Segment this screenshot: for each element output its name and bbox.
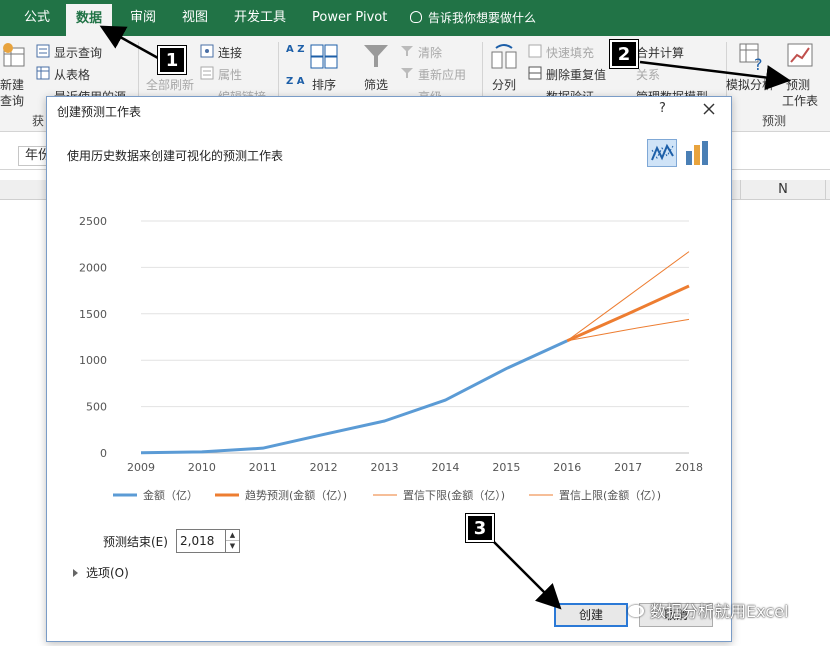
x-tick-label: 2018 [675,461,703,474]
x-tick-label: 2015 [492,461,520,474]
new-query-label-1[interactable]: 新建 [0,76,24,93]
wechat-icon [628,605,644,617]
new-query-icon [3,43,25,67]
get-group-label: 获 [32,114,45,128]
remove-duplicates-button[interactable]: 删除重复值 [546,66,606,83]
tab-view[interactable]: 视图 [172,0,218,36]
forecast-chart: 0 500 1000 1500 2000 2500 2009 2010 2011 2012 2013… [79,215,703,502]
from-table-button[interactable]: 从表格 [54,66,90,83]
flash-fill-icon [528,44,542,58]
x-tick-label: 2009 [127,461,155,474]
step-badge-3: 3 [466,514,494,542]
sort-za-button[interactable]: Z A [286,76,304,87]
consolidate-button[interactable]: 合并计算 [636,44,684,61]
watermark-text: 数据分析就用Excel [650,602,789,621]
x-tick-label: 2014 [431,461,459,474]
expand-triangle-icon [73,569,78,577]
x-tick-label: 2010 [188,461,216,474]
x-tick-label: 2011 [249,461,277,474]
legend-label: 金额（亿） [143,488,198,502]
sort-az-button[interactable]: A Z [286,44,304,55]
y-tick-label: 1000 [79,354,107,367]
forecast-end-spinner[interactable]: ▲ ▼ [226,529,240,553]
help-button[interactable]: ? [659,101,666,116]
forecast-sheet-icon [787,43,813,67]
x-tick-label: 2012 [310,461,338,474]
svg-text:?: ? [754,55,763,72]
refresh-all-button[interactable]: 全部刷新 [146,76,194,93]
text-to-columns-button[interactable]: 分列 [492,76,516,93]
tab-power-pivot[interactable]: Power Pivot [302,0,397,36]
what-if-icon: ? [739,43,763,72]
table-icon [36,66,50,80]
step-badge-1: 1 [158,46,186,74]
legend-label: 趋势预测(金额（亿）) [245,488,347,502]
dialog-title: 创建预测工作表 [57,105,142,119]
close-icon[interactable] [699,99,719,119]
spin-up-icon[interactable]: ▲ [226,530,239,541]
tell-me-box[interactable]: 告诉我你想要做什么 [410,0,536,36]
sort-button[interactable]: 排序 [312,76,336,93]
filter-icon [364,45,388,67]
options-expander[interactable]: 选项(O) [73,564,129,581]
legend-label: 置信上限(金额（亿）) [559,488,661,502]
clear-button[interactable]: 清除 [418,44,442,61]
create-button[interactable]: 创建 [554,603,628,627]
remove-duplicates-icon [528,66,542,80]
connections-icon [200,44,214,58]
x-tick-label: 2013 [371,461,399,474]
tab-review[interactable]: 审阅 [120,0,166,36]
properties-button[interactable]: 属性 [218,66,242,83]
step-badge-2: 2 [610,40,638,68]
ribbon-tab-bar: 公式 数据 审阅 视图 开发工具 Power Pivot 告诉我你想要做什么 [0,0,830,36]
properties-icon [200,66,214,80]
series-line [567,318,690,342]
watermark: 数据分析就用Excel [628,598,788,622]
x-tick-label: 2016 [553,461,581,474]
clear-filter-icon [401,46,413,56]
spin-down-icon[interactable]: ▼ [226,541,239,552]
column-chart-toggle-icon[interactable] [683,139,711,167]
reapply-button[interactable]: 重新应用 [418,66,466,83]
relationships-button[interactable]: 关系 [636,66,660,83]
tell-me-text: 告诉我你想要做什么 [428,11,537,25]
x-tick-label: 2017 [614,461,642,474]
y-tick-label: 2000 [79,261,107,274]
column-header-n[interactable]: N [740,180,826,200]
flash-fill-button[interactable]: 快速填充 [546,44,594,61]
forecast-group-label: 预测 [762,114,787,128]
line-chart-toggle-icon[interactable] [647,139,677,167]
connections-button[interactable]: 连接 [218,44,242,61]
forecast-sheet-label-1[interactable]: 预测 [786,76,810,93]
series-line [140,339,568,455]
show-queries-icon [36,44,50,58]
tab-developer[interactable]: 开发工具 [224,0,296,36]
forecast-end-input[interactable]: 2,018 [176,529,226,553]
y-tick-label: 0 [100,447,107,460]
tab-formulas[interactable]: 公式 [14,0,60,36]
forecast-end-label: 预测结束(E) [103,535,168,549]
forecast-sheet-label-2[interactable]: 工作表 [782,92,818,109]
y-tick-label: 1500 [79,308,107,321]
y-tick-label: 500 [86,401,107,414]
y-tick-label: 2500 [79,215,107,228]
filter-button[interactable]: 筛选 [364,76,388,93]
options-label: 选项(O) [86,566,129,580]
what-if-button[interactable]: 模拟分析 [726,76,774,93]
new-query-label-2[interactable]: 查询 [0,92,24,109]
create-forecast-dialog: 创建预测工作表 ? 使用历史数据来创建可视化的预测工作表 0 500 1000 150… [46,96,732,642]
show-queries-button[interactable]: 显示查询 [54,44,102,61]
tab-data[interactable]: 数据 [66,4,113,36]
reapply-icon [401,68,413,78]
text-to-columns-icon [491,44,517,69]
series-line [566,251,690,342]
legend-label: 置信下限(金额（亿）) [403,488,505,502]
sort-icon [310,44,338,69]
lightbulb-icon [410,11,422,23]
dialog-description: 使用历史数据来创建可视化的预测工作表 [67,149,284,163]
